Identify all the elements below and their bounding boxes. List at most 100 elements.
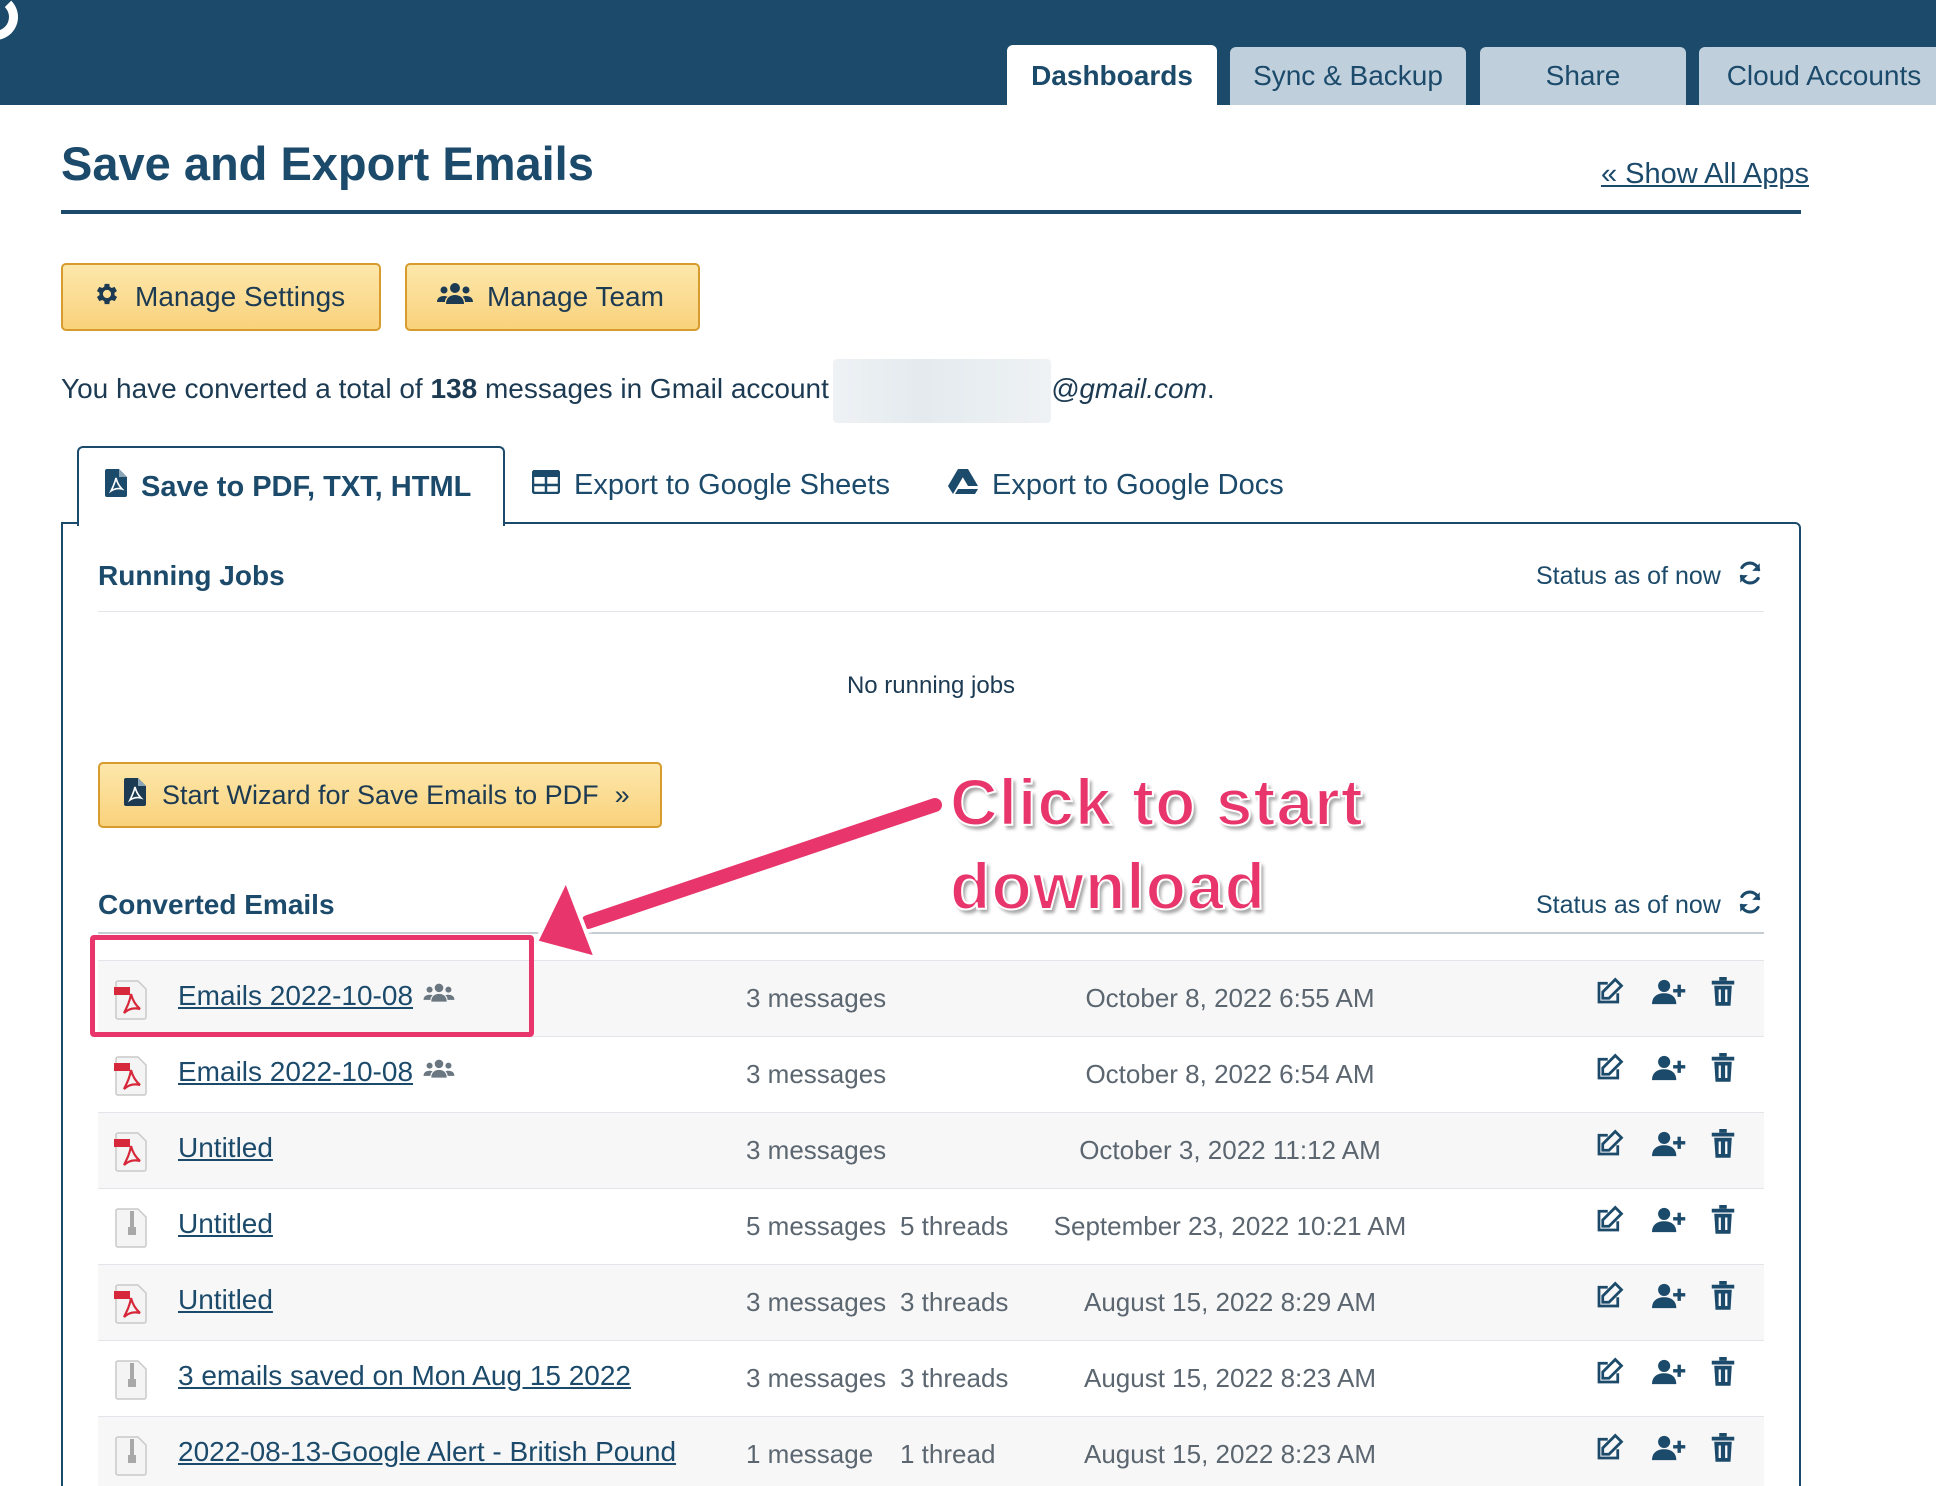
tab-share[interactable]: Share [1480,47,1686,105]
file-name: Untitled [178,1132,273,1163]
table-row: Emails 2022-10-08 3 messages October 8, 20… [98,960,1764,1036]
subtab-google-docs[interactable]: Export to Google Docs [948,446,1284,524]
pdf-file-icon [112,1283,152,1325]
subtab-google-sheets[interactable]: Export to Google Sheets [531,446,890,524]
file-name-link[interactable]: 2022-08-13-Google Alert - British Pound [178,1436,676,1468]
page-title: Save and Export Emails [61,137,594,190]
converted-date: October 8, 2022 6:54 AM [1085,1059,1375,1089]
add-user-icon[interactable] [1652,1205,1686,1239]
table-icon [531,469,561,502]
converted-date: October 3, 2022 11:12 AM [1079,1135,1381,1165]
show-all-apps-link[interactable]: « Show All Apps [1601,158,1809,191]
thread-count: 1 thread [900,1439,996,1469]
file-name: Emails 2022-10-08 [178,1056,414,1087]
file-name-link[interactable]: Untitled [178,1132,273,1164]
message-count: 5 messages [746,1211,887,1241]
manage-settings-label: Manage Settings [135,281,346,312]
manage-team-button[interactable]: Manage Team [405,263,700,331]
edit-icon[interactable] [1594,1281,1628,1315]
file-name-link[interactable]: Emails 2022-10-08 [178,1056,455,1088]
refresh-icon[interactable] [1737,889,1763,922]
add-user-icon[interactable] [1652,1281,1686,1315]
summary-suffix: . [1206,373,1215,404]
trash-icon[interactable] [1710,1053,1744,1087]
running-jobs-status-label: Status as of now [1536,562,1721,590]
trash-icon[interactable] [1710,1433,1744,1467]
message-count: 3 messages [746,1287,887,1317]
thread-count: 5 threads [900,1211,1009,1241]
zip-file-icon [112,1359,152,1401]
zip-file-icon [112,1207,152,1249]
refresh-icon[interactable] [1737,560,1763,593]
manage-settings-button[interactable]: Manage Settings [61,263,381,331]
users-icon [423,1056,455,1088]
tab-dashboards[interactable]: Dashboards [1007,45,1217,107]
users-icon [423,980,455,1012]
message-count: 3 messages [746,983,887,1013]
table-row: Untitled 3 messages October 3, 2022 11:12 … [98,1112,1764,1188]
gear-icon [93,280,121,315]
table-row: 2022-08-13-Google Alert - British Pound 1… [98,1416,1764,1486]
subtab-save-pdf-label: Save to PDF, TXT, HTML [141,470,472,503]
edit-icon[interactable] [1594,1129,1628,1163]
add-user-icon[interactable] [1652,1357,1686,1391]
edit-icon[interactable] [1594,1433,1628,1467]
converted-status[interactable]: Status as of now [1536,889,1763,922]
pdf-file-icon [112,979,152,1021]
table-row: Untitled 5 messages 5 threads September 23,… [98,1188,1764,1264]
trash-icon[interactable] [1710,1281,1744,1315]
subtab-google-sheets-label: Export to Google Sheets [574,468,890,501]
annotation-line-2: download [949,848,1266,924]
thread-count: 3 threads [900,1287,1009,1317]
manage-team-label: Manage Team [487,281,664,312]
email-domain: @gmail.com [1050,373,1207,404]
running-jobs-status[interactable]: Status as of now [1536,560,1763,593]
users-icon [437,280,473,315]
table-row: Emails 2022-10-08 3 messages October 8, 20… [98,1036,1764,1112]
edit-icon[interactable] [1594,977,1628,1011]
edit-icon[interactable] [1594,1205,1628,1239]
converted-date: September 23, 2022 10:21 AM [1053,1211,1407,1241]
file-name-link[interactable]: 3 emails saved on Mon Aug 15 2022 [178,1360,631,1392]
table-row: 3 emails saved on Mon Aug 15 2022 3 messa… [98,1340,1764,1416]
tab-cloud-accounts[interactable]: Cloud Accounts [1699,47,1936,105]
google-drive-icon [948,468,978,502]
pdf-file-icon [112,1131,152,1173]
add-user-icon[interactable] [1652,1053,1686,1087]
message-count: 3 messages [746,1363,887,1393]
trash-icon[interactable] [1710,1205,1744,1239]
edit-icon[interactable] [1594,1357,1628,1391]
converted-date: August 15, 2022 8:23 AM [1084,1439,1376,1469]
file-name-link[interactable]: Untitled [178,1208,273,1240]
add-user-icon[interactable] [1652,1129,1686,1163]
thread-count: 3 threads [900,1363,1009,1393]
trash-icon[interactable] [1710,977,1744,1011]
file-name-link[interactable]: Emails 2022-10-08 [178,980,455,1012]
file-name-link[interactable]: Untitled [178,1284,273,1316]
running-jobs-heading: Running Jobs [98,560,285,591]
title-divider [61,210,1801,214]
add-user-icon[interactable] [1652,977,1686,1011]
tab-sync-backup[interactable]: Sync & Backup [1230,47,1466,105]
summary-middle: messages in Gmail account [484,373,829,404]
message-count: 138 [430,373,478,404]
converted-divider [98,932,1764,934]
summary-prefix: You have converted a total of [61,373,423,404]
annotation-callout: Click to start download [949,760,1364,928]
trash-icon[interactable] [1710,1129,1744,1163]
no-running-jobs-text: No running jobs [846,672,1016,699]
start-wizard-button[interactable]: Start Wizard for Save Emails to PDF » [98,762,662,828]
conversion-summary: You have converted a total of 138 messag… [61,358,1215,423]
trash-icon[interactable] [1710,1357,1744,1391]
annotation-line-1: Click to start [949,764,1364,840]
pdf-file-icon [105,469,127,505]
subtab-save-pdf[interactable]: Save to PDF, TXT, HTML [77,446,505,526]
subtab-google-docs-label: Export to Google Docs [992,468,1284,501]
message-count: 3 messages [746,1135,887,1165]
converted-status-label: Status as of now [1536,891,1721,919]
start-wizard-label: Start Wizard for Save Emails to PDF [162,779,599,810]
zip-file-icon [112,1435,152,1477]
file-name: Untitled [178,1284,273,1315]
add-user-icon[interactable] [1652,1433,1686,1467]
edit-icon[interactable] [1594,1053,1628,1087]
